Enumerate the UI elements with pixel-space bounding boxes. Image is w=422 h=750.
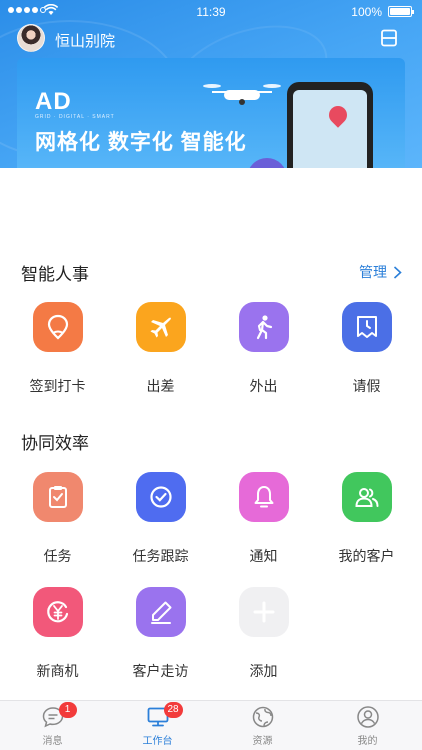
bell-icon [238, 472, 289, 522]
grid-item-label: 添加 [249, 663, 278, 679]
tab-label: 我的 [357, 736, 378, 747]
badge-count: 28 [163, 702, 183, 718]
globe-icon [251, 705, 275, 729]
airplane-icon [135, 302, 186, 352]
profile-icon [356, 705, 380, 729]
clipboard-check-icon [32, 472, 83, 522]
section-title-collab: 协同效率 [21, 434, 89, 453]
grid-item-label: 外出 [249, 378, 278, 394]
message-icon: 1 [41, 702, 77, 729]
tab-workbench[interactable]: 28 工作台 [105, 702, 210, 749]
top-bar: 恒山别院 [0, 24, 422, 56]
banner-logo: AD [35, 88, 72, 115]
location-pin-icon [32, 302, 83, 352]
badge-count: 1 [58, 702, 77, 718]
grid-item-label: 通知 [249, 548, 278, 564]
tab-label: 消息 [42, 736, 63, 747]
grid-item-business-trip[interactable]: 出差 [108, 302, 213, 402]
grid-item-label: 我的客户 [338, 548, 395, 564]
grid-item-label: 客户走访 [132, 663, 189, 679]
banner-slogan: 网格化 数字化 智能化 [35, 131, 247, 154]
tab-mine[interactable]: 我的 [315, 705, 420, 749]
grid-item-label: 请假 [352, 378, 381, 394]
grid-item-label: 新商机 [36, 663, 79, 679]
grid-item-task-tracking[interactable]: 任务跟踪 [108, 472, 213, 572]
tab-messages[interactable]: 1 消息 [0, 702, 105, 749]
manage-label: 管理 [359, 264, 387, 280]
tab-resources[interactable]: 资源 [210, 705, 315, 749]
grid-item-label: 任务跟踪 [132, 548, 189, 564]
grid-item-task[interactable]: 任务 [5, 472, 110, 572]
grid-item-label: 签到打卡 [29, 378, 86, 394]
plus-icon [238, 587, 289, 637]
status-bar: 11:39 100% [0, 0, 422, 22]
walking-person-icon [238, 302, 289, 352]
leave-clock-icon [341, 302, 392, 352]
customers-icon [341, 472, 392, 522]
username[interactable]: 恒山别院 [55, 30, 115, 51]
manage-link[interactable]: 管理 [359, 262, 402, 282]
grid-item-notice[interactable]: 通知 [211, 472, 316, 572]
section-title-hr: 智能人事 [21, 265, 89, 284]
scan-icon[interactable] [380, 29, 398, 47]
tab-label: 资源 [252, 736, 273, 747]
check-circle-icon [135, 472, 186, 522]
grid-item-customer-visit[interactable]: 客户走访 [108, 587, 213, 687]
grid-item-go-out[interactable]: 外出 [211, 302, 316, 402]
workbench-icon: 28 [146, 702, 183, 729]
grid-item-my-customers[interactable]: 我的客户 [314, 472, 419, 572]
grid-item-add[interactable]: 添加 [211, 587, 316, 687]
banner-logo-subtitle: GRID · DIGITAL · SMART [35, 114, 115, 120]
yuan-refresh-icon [32, 587, 83, 637]
grid-item-new-opportunity[interactable]: 新商机 [5, 587, 110, 687]
grid-item-label: 出差 [146, 378, 175, 394]
tab-label: 工作台 [142, 736, 173, 747]
pen-icon [135, 587, 186, 637]
battery-icon [388, 6, 414, 17]
drone-icon [203, 84, 281, 105]
chevron-right-icon [393, 265, 402, 279]
avatar[interactable] [17, 24, 45, 52]
battery-percent: 100% [351, 5, 382, 19]
bottom-tab-bar: 1 消息 28 工作台 资源 我的 [0, 700, 422, 750]
grid-item-leave[interactable]: 请假 [314, 302, 419, 402]
grid-item-label: 任务 [43, 548, 72, 564]
grid-item-checkin[interactable]: 签到打卡 [5, 302, 110, 402]
